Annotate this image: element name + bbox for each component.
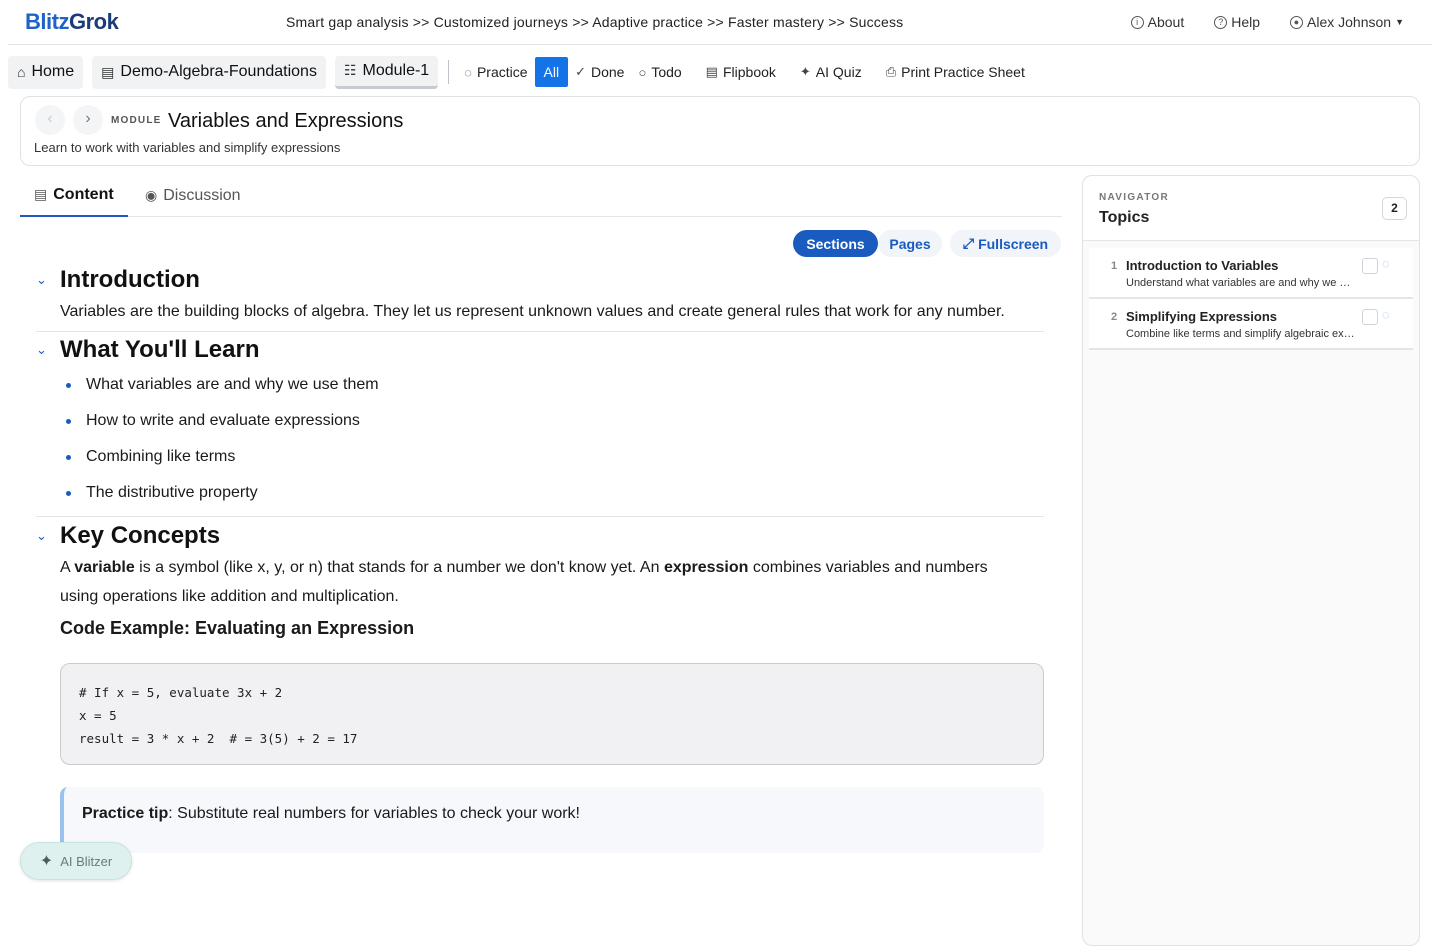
tab-content[interactable]: ▤ Content <box>20 174 128 217</box>
check-icon: ✓ <box>575 64 586 79</box>
learn-list: What variables are and why we use them H… <box>60 367 379 511</box>
section-divider <box>36 331 1044 332</box>
code-example-title: Code Example: Evaluating an Expression <box>60 618 415 638</box>
chevron-down-icon: ⌄ <box>36 272 47 287</box>
list-item: What variables are and why we use them <box>60 367 379 403</box>
filter-all-button[interactable]: All <box>534 57 569 87</box>
bullet-icon <box>66 418 71 424</box>
code-block: # If x = 5, evaluate 3x + 2 x = 5 result… <box>60 663 1044 765</box>
pages-view-button[interactable]: Pages <box>878 230 942 257</box>
flipbook-button[interactable]: ▤ Flipbook <box>699 57 783 87</box>
filter-done-button[interactable]: ✓ Done <box>568 57 631 87</box>
introduction-text: Variables are the building blocks of alg… <box>60 303 1005 320</box>
key-concepts-text: A variable is a symbol (like x, y, or n)… <box>60 559 988 605</box>
topic-item[interactable]: 1 Introduction to Variables Understand w… <box>1089 248 1413 299</box>
topic-count-badge: 2 <box>1382 197 1407 220</box>
navigator-title: Topics <box>1099 209 1150 226</box>
tab-discussion[interactable]: ◉ Discussion <box>145 174 241 217</box>
code-line: # If x = 5, evaluate 3x + 2 <box>79 685 283 700</box>
sparkle-icon: ✦ <box>39 853 54 870</box>
code-line: x = 5 <box>79 708 117 723</box>
chat-bubble-icon: ◉ <box>145 187 158 203</box>
chevron-down-icon: ⌄ <box>36 342 47 357</box>
navigator-header: NAVIGATOR Topics 2 <box>1083 176 1419 241</box>
section-introduction-header[interactable]: ⌄ Introduction <box>36 266 200 294</box>
user-menu[interactable]: ● Alex Johnson ▼ <box>1290 14 1404 30</box>
list-item: Combining like terms <box>60 439 379 475</box>
document-icon: ▤ <box>34 186 48 202</box>
module-subtitle: Learn to work with variables and simplif… <box>34 140 341 155</box>
content-tabs: ▤ Content ◉ Discussion <box>20 174 1062 217</box>
section-divider <box>36 516 1044 517</box>
toolbar-divider <box>448 60 450 84</box>
breadcrumb-course[interactable]: ▤ Demo-Algebra-Foundations <box>92 55 326 89</box>
info-icon: i <box>1130 15 1144 29</box>
breadcrumb-module[interactable]: ☷ Module-1 <box>334 55 439 89</box>
user-icon: ● <box>1290 15 1304 29</box>
list-item: The distributive property <box>60 475 379 511</box>
bullet-icon <box>66 382 71 388</box>
expand-icon: ⤢ <box>962 235 975 251</box>
navigator-panel: NAVIGATOR Topics 2 1 Introduction to Var… <box>1082 175 1420 946</box>
topic-item[interactable]: 2 Simplifying Expressions Combine like t… <box>1089 299 1413 350</box>
about-link[interactable]: i About <box>1130 14 1184 30</box>
breadcrumb-home[interactable]: ⌂ Home <box>8 55 84 89</box>
circle-icon: ○ <box>638 64 647 80</box>
bullet-icon <box>66 490 71 496</box>
module-label: MODULE <box>111 115 162 126</box>
navigator-label: NAVIGATOR <box>1099 192 1170 203</box>
practice-button[interactable]: ◌ Practice <box>457 57 534 87</box>
next-module-button[interactable]: › <box>73 105 103 135</box>
top-header: BlitzGrok Smart gap analysis >> Customiz… <box>8 0 1432 45</box>
dumbbell-icon[interactable]: ◌ <box>1382 307 1390 322</box>
fullscreen-button[interactable]: ⤢ Fullscreen <box>950 230 1061 257</box>
practice-tip: Practice tip: Substitute real numbers fo… <box>60 787 1044 853</box>
module-header-card: ‹ › MODULE Variables and Expressions Lea… <box>20 96 1420 166</box>
filter-todo-button[interactable]: ○ Todo <box>631 57 688 87</box>
bullet-icon <box>66 454 71 460</box>
section-learn-header[interactable]: ⌄ What You'll Learn <box>36 336 260 364</box>
dumbbell-icon[interactable]: ◌ <box>1382 256 1390 271</box>
top-links: i About ? Help ● Alex Johnson ▼ <box>1130 14 1404 30</box>
document-icon: ▤ <box>101 63 115 80</box>
topic-checkbox[interactable] <box>1362 258 1378 274</box>
dumbbell-icon: ◌ <box>464 64 472 80</box>
module-title: Variables and Expressions <box>168 110 404 132</box>
topic-checkbox[interactable] <box>1362 309 1378 325</box>
code-line: result = 3 * x + 2 # = 3(5) + 2 = 17 <box>79 731 358 746</box>
sections-view-button[interactable]: Sections <box>793 230 878 257</box>
caret-down-icon: ▼ <box>1395 17 1404 27</box>
tagline: Smart gap analysis >> Customized journey… <box>286 14 904 30</box>
ai-blitzer-button[interactable]: ✦ AI Blitzer <box>20 842 132 880</box>
help-link[interactable]: ? Help <box>1214 14 1260 30</box>
ai-quiz-button[interactable]: ✦ AI Quiz <box>793 57 869 87</box>
section-key-concepts-header[interactable]: ⌄ Key Concepts <box>36 522 220 550</box>
toolbar: ⌂ Home ▤ Demo-Algebra-Foundations ☷ Modu… <box>8 52 1432 92</box>
list-item: How to write and evaluate expressions <box>60 403 379 439</box>
book-icon: ☷ <box>343 62 357 78</box>
question-icon: ? <box>1214 15 1228 29</box>
chevron-down-icon: ⌄ <box>36 528 47 543</box>
previous-module-button[interactable]: ‹ <box>35 105 65 135</box>
home-icon: ⌂ <box>17 64 26 80</box>
flipbook-icon: ▤ <box>705 64 718 79</box>
print-practice-sheet-button[interactable]: ⎙ Print Practice Sheet <box>879 57 1032 87</box>
printer-icon: ⎙ <box>885 64 897 79</box>
sparkle-icon: ✦ <box>799 64 811 79</box>
brand-logo[interactable]: BlitzGrok <box>25 9 119 35</box>
